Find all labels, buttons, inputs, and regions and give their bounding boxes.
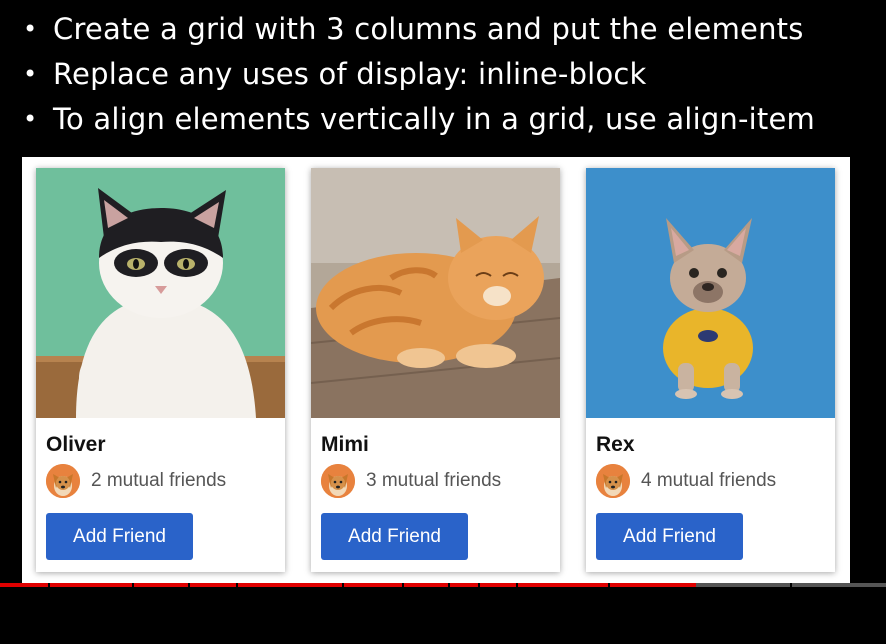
bullet-dot-icon: • <box>23 15 38 43</box>
bullet-text: Create a grid with 3 columns and put the… <box>53 12 804 46</box>
chapter-marker <box>132 583 134 587</box>
chapter-marker <box>48 583 50 587</box>
friend-name: Rex <box>596 433 635 456</box>
cat-photo <box>311 168 560 418</box>
mutual-friends-text: 4 mutual friends <box>641 470 777 491</box>
friend-name: Mimi <box>321 433 369 456</box>
mutual-friends-text: 3 mutual friends <box>366 470 502 491</box>
friend-card: Mimi 3 mutual friends Add Friend <box>311 168 560 572</box>
mutual-friends-row: 3 mutual friends <box>321 464 501 498</box>
chapter-marker <box>448 583 450 587</box>
dog-photo <box>586 168 835 418</box>
dog-avatar-icon <box>46 464 80 498</box>
chapter-marker <box>342 583 344 587</box>
chapter-marker <box>236 583 238 587</box>
chapter-marker <box>402 583 404 587</box>
add-friend-button[interactable]: Add Friend <box>596 513 743 560</box>
chapter-marker <box>188 583 190 587</box>
chapter-marker <box>608 583 610 587</box>
demo-page: Oliver 2 mutual friends Add Friend Mimi … <box>22 157 850 585</box>
chapter-marker <box>478 583 480 587</box>
friend-name: Oliver <box>46 433 106 456</box>
add-friend-button[interactable]: Add Friend <box>46 513 193 560</box>
chapter-marker <box>516 583 518 587</box>
video-progress-played <box>0 583 696 587</box>
friend-card: Rex 4 mutual friends Add Friend <box>586 168 835 572</box>
mutual-friends-row: 2 mutual friends <box>46 464 226 498</box>
mutual-friends-text: 2 mutual friends <box>91 470 227 491</box>
add-friend-button[interactable]: Add Friend <box>321 513 468 560</box>
bullet-dot-icon: • <box>23 60 38 88</box>
mutual-friends-row: 4 mutual friends <box>596 464 776 498</box>
bullet-dot-icon: • <box>23 105 38 133</box>
bullet-text: To align elements vertically in a grid, … <box>53 102 815 136</box>
cat-photo <box>36 168 285 418</box>
chapter-marker <box>790 583 792 587</box>
dog-avatar-icon <box>321 464 355 498</box>
friend-card: Oliver 2 mutual friends Add Friend <box>36 168 285 572</box>
bullet-text: Replace any uses of display: inline-bloc… <box>53 57 647 91</box>
dog-avatar-icon <box>596 464 630 498</box>
video-progress-bar[interactable] <box>0 583 886 587</box>
